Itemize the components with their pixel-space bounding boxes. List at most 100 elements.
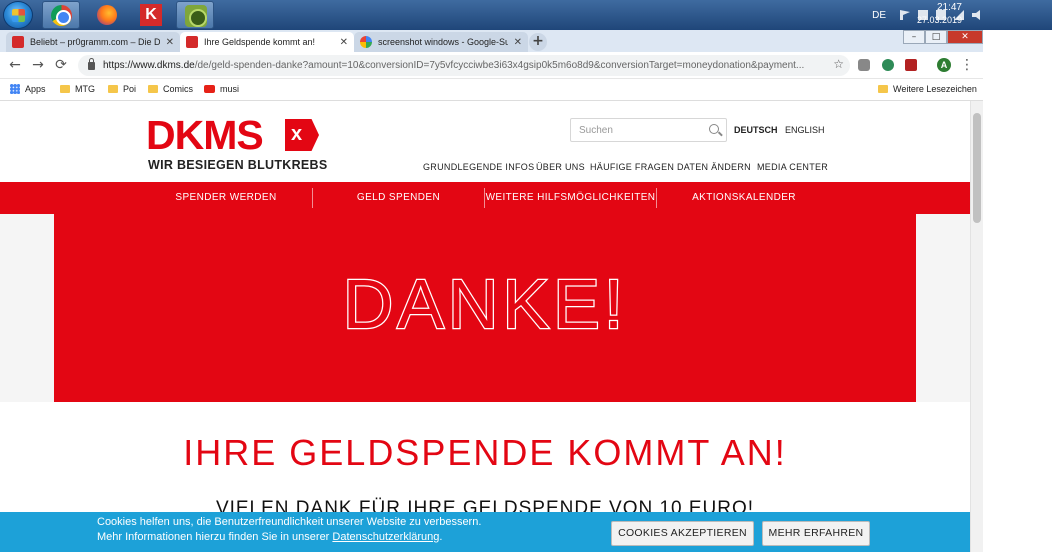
folder-icon (148, 85, 158, 93)
accept-cookies-button[interactable]: COOKIES AKZEPTIEREN (611, 521, 754, 546)
page-scrollbar[interactable] (970, 101, 983, 552)
main-nav: SPENDER WERDEN GELD SPENDEN WEITERE HILF… (0, 182, 970, 214)
bookmark-other[interactable]: Weitere Lesezeichen (878, 84, 977, 94)
close-icon[interactable]: ✕ (166, 37, 174, 48)
tab-google[interactable]: screenshot windows - Google-Su ✕ (354, 32, 528, 52)
app-icon (185, 5, 207, 27)
language-deutsch[interactable]: DEUTSCH (734, 125, 778, 135)
cookie-text: Cookies helfen uns, die Benutzerfreundli… (97, 515, 481, 545)
cookie-line-2-suffix: . (439, 531, 443, 543)
bookmark-apps[interactable]: Apps (10, 84, 46, 94)
folder-icon (878, 85, 888, 93)
url-path: /de/geld-spenden-danke?amount=10&convers… (194, 60, 805, 71)
hero-title: DANKE! (54, 264, 916, 345)
green-extension-icon[interactable] (882, 59, 894, 71)
google-favicon-icon (360, 36, 372, 48)
folder-icon (108, 85, 118, 93)
search-placeholder: Suchen (579, 125, 613, 136)
close-icon[interactable]: ✕ (340, 37, 348, 48)
taskbar: K DE 21:47 27.03.2019 (0, 0, 1052, 30)
dkms-logo-mark[interactable]: x (285, 119, 319, 151)
meta-nav-ueber-uns[interactable]: ÜBER UNS (536, 162, 585, 172)
reload-button[interactable]: ⟳ (52, 56, 70, 74)
search-input[interactable]: Suchen (570, 118, 727, 142)
menu-button[interactable]: ⋮ (958, 56, 976, 74)
meta-nav-grundlegende-infos[interactable]: GRUNDLEGENDE INFOS (423, 162, 534, 172)
bookmark-poi[interactable]: Poi (108, 84, 136, 94)
language-english[interactable]: ENGLISH (785, 125, 825, 135)
privacy-policy-link[interactable]: Datenschutzerklärung (332, 531, 439, 543)
url-host: https://www.dkms.de (103, 60, 195, 71)
bookmark-musi[interactable]: musi (204, 84, 239, 94)
chrome-icon (51, 5, 72, 26)
youtube-icon (204, 85, 215, 93)
firefox-icon (97, 5, 117, 25)
hero-title-text: DANKE! (341, 264, 628, 345)
taskbar-firefox[interactable] (88, 1, 126, 29)
clock-date: 27.03.2019 (916, 15, 962, 25)
desktop-area (983, 30, 1052, 552)
cookie-banner: Cookies helfen uns, die Benutzerfreundli… (0, 512, 970, 552)
nav-aktionskalender[interactable]: AKTIONSKALENDER (657, 182, 831, 214)
scrollbar-thumb[interactable] (973, 113, 981, 223)
maximize-button[interactable]: □ (925, 30, 947, 44)
folder-icon (60, 85, 70, 93)
nav-weitere-hilfsmoeglichkeiten[interactable]: WEITERE HILFSMÖGLICHKEITEN (485, 182, 656, 214)
back-button[interactable]: ← (6, 56, 24, 74)
bookmark-label: Weitere Lesezeichen (893, 84, 977, 94)
bookmark-label: Poi (123, 84, 137, 94)
close-icon[interactable]: ✕ (514, 37, 522, 48)
tab-dkms[interactable]: Ihre Geldspende kommt an! ✕ (180, 32, 354, 52)
language-indicator[interactable]: DE (872, 10, 886, 21)
meta-nav-daten-aendern[interactable]: DATEN ÄNDERN (677, 162, 751, 172)
page-viewport: DKMS x WIR BESIEGEN BLUTKREBS Suchen DEU… (0, 101, 970, 552)
volume-icon[interactable] (972, 10, 980, 20)
tab-title: screenshot windows - Google-Su (378, 37, 508, 47)
start-button[interactable] (3, 1, 33, 29)
close-window-button[interactable]: ✕ (947, 30, 983, 44)
bookmark-star-icon[interactable]: ☆ (833, 57, 844, 71)
bookmarks-bar: Apps MTG Poi Comics musi Weitere Lesezei… (0, 79, 983, 101)
bookmark-label: Apps (25, 84, 46, 94)
bookmark-comics[interactable]: Comics (148, 84, 193, 94)
nav-spender-werden[interactable]: SPENDER WERDEN (140, 182, 312, 214)
meta-nav-media-center[interactable]: MEDIA CENTER (757, 162, 828, 172)
red-extension-icon[interactable] (905, 59, 917, 71)
tab-title: Beliebt – pr0gramm.com – Die D (30, 37, 160, 47)
browser-toolbar: ← → ⟳ https://www.dkms.de /de/geld-spend… (0, 52, 983, 79)
address-bar[interactable]: https://www.dkms.de /de/geld-spenden-dan… (78, 55, 850, 76)
dkms-logo[interactable]: DKMS (146, 115, 264, 156)
nav-geld-spenden[interactable]: GELD SPENDEN (313, 182, 484, 214)
dkms-favicon-icon (186, 36, 198, 48)
bookmark-label: MTG (75, 84, 95, 94)
site-header: DKMS x WIR BESIEGEN BLUTKREBS Suchen DEU… (0, 101, 970, 182)
tab-strip: Beliebt – pr0gramm.com – Die D ✕ Ihre Ge… (0, 30, 983, 52)
taskbar-kaspersky[interactable]: K (132, 1, 170, 29)
learn-more-button[interactable]: MEHR ERFAHREN (762, 521, 870, 546)
tab-title: Ihre Geldspende kommt an! (204, 37, 316, 47)
new-tab-button[interactable]: + (529, 33, 547, 51)
bookmark-label: musi (220, 84, 240, 94)
cookie-line-1: Cookies helfen uns, die Benutzerfreundli… (97, 516, 482, 528)
bookmark-mtg[interactable]: MTG (60, 84, 95, 94)
cookie-line-2-prefix: Mehr Informationen hierzu finden Sie in … (97, 531, 333, 543)
cookie-line-2: Mehr Informationen hierzu finden Sie in … (97, 530, 481, 545)
taskbar-chrome[interactable] (42, 1, 80, 29)
screen: K DE 21:47 27.03.2019 Beliebt – pr0gramm… (0, 0, 1052, 552)
forward-button[interactable]: → (29, 56, 47, 74)
pr0gramm-favicon-icon (12, 36, 24, 48)
bookmark-label: Comics (163, 84, 194, 94)
clock[interactable]: 21:47 27.03.2019 (917, 2, 962, 26)
search-icon[interactable] (709, 124, 719, 134)
clock-time: 21:47 (936, 2, 962, 13)
page-title: IHRE GELDSPENDE KOMMT AN! (183, 432, 787, 473)
minimize-button[interactable]: – (903, 30, 925, 44)
lock-icon[interactable] (88, 57, 95, 70)
shield-extension-icon[interactable] (858, 59, 870, 71)
meta-nav-haeufige-fragen[interactable]: HÄUFIGE FRAGEN (590, 162, 674, 172)
tab-pr0gramm[interactable]: Beliebt – pr0gramm.com – Die D ✕ (6, 32, 180, 52)
profile-avatar[interactable]: A (937, 58, 951, 72)
taskbar-app[interactable] (176, 1, 214, 29)
tagline: WIR BESIEGEN BLUTKREBS (148, 158, 328, 172)
action-center-icon[interactable] (900, 10, 910, 20)
